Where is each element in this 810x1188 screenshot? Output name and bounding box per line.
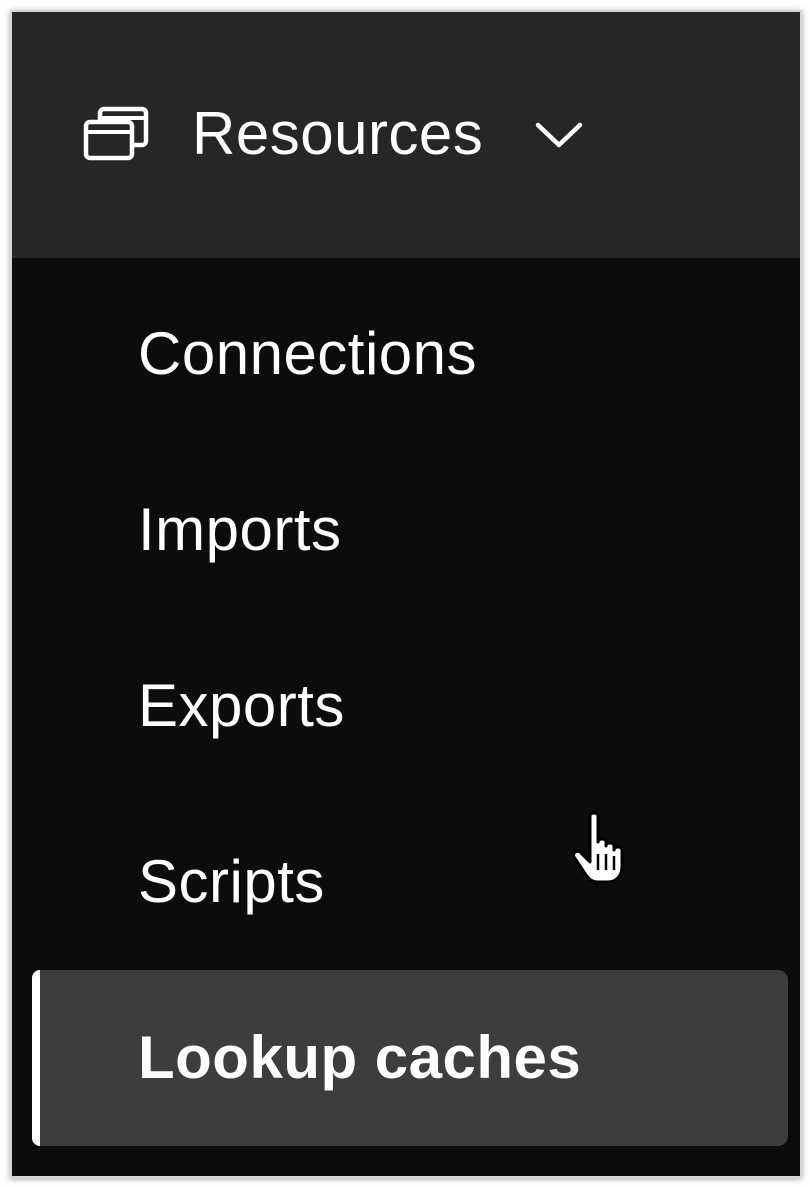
submenu-item-connections[interactable]: Connections <box>32 266 788 442</box>
submenu-item-label: Imports <box>138 496 342 563</box>
submenu-item-scripts[interactable]: Scripts <box>32 794 788 970</box>
submenu-item-lookup-caches[interactable]: Lookup caches <box>32 970 788 1146</box>
active-indicator <box>32 970 40 1146</box>
sidebar-panel: Resources Connections Imports Exports Sc… <box>10 10 802 1178</box>
submenu-item-label: Exports <box>138 672 345 739</box>
submenu-item-label: Scripts <box>138 848 325 915</box>
windows-stack-icon <box>83 106 149 161</box>
resources-submenu: Connections Imports Exports Scripts Look… <box>32 258 790 1176</box>
resources-menu-header[interactable]: Resources <box>12 12 800 258</box>
submenu-item-exports[interactable]: Exports <box>32 618 788 794</box>
submenu-item-imports[interactable]: Imports <box>32 442 788 618</box>
submenu-item-label: Connections <box>138 320 478 387</box>
resources-menu-label: Resources <box>192 100 484 167</box>
chevron-down-icon[interactable] <box>534 120 584 150</box>
submenu-item-label: Lookup caches <box>138 1024 582 1091</box>
hand-pointer-cursor-icon <box>572 811 624 884</box>
